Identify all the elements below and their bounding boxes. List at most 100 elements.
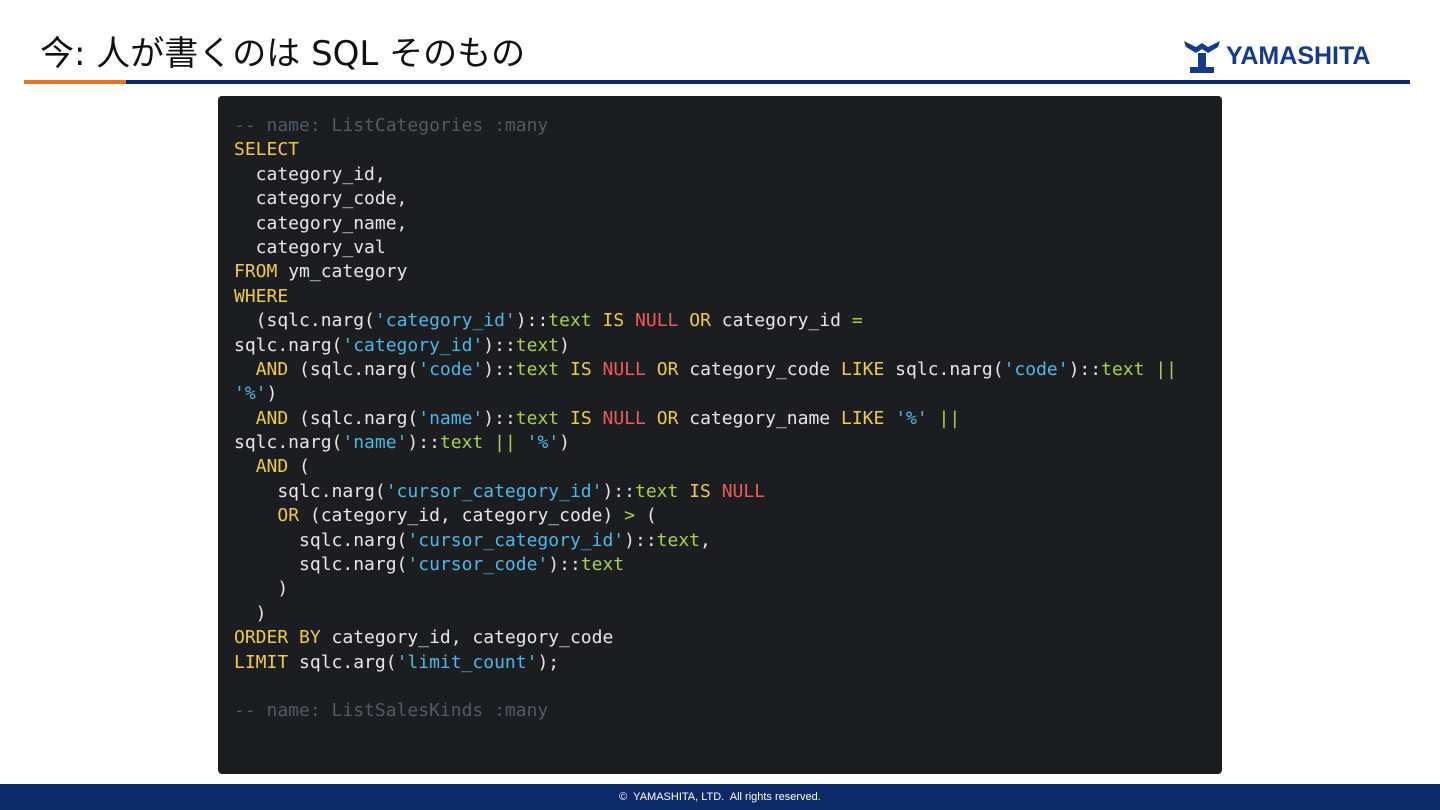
code-line: ORDER BY category_id, category_code <box>234 626 1206 650</box>
code-token-string: 'cursor_category_id' <box>385 480 603 502</box>
code-token-plain: ):: <box>483 358 516 380</box>
code-token-plain: ) <box>234 578 289 600</box>
code-token-plain: category_val <box>234 236 386 258</box>
code-token-plain: category_id <box>710 310 852 332</box>
code-token-keyword: ORDER BY <box>234 627 321 649</box>
code-line: SELECT <box>234 138 1206 162</box>
code-token-operator: || <box>938 407 961 429</box>
code-token-string: 'limit_count' <box>396 651 538 673</box>
code-token-plain: ); <box>537 651 560 673</box>
code-token-plain: sqlc.narg( <box>234 432 343 454</box>
code-token-keyword: LIMIT <box>234 651 289 673</box>
code-token-string: 'cursor_category_id' <box>407 529 625 551</box>
code-token-keyword: SELECT <box>234 139 300 161</box>
code-token-plain: category_name, <box>234 212 408 234</box>
code-token-plain: ):: <box>602 480 635 502</box>
code-token-string: '%' <box>895 407 928 429</box>
code-token-operator: || <box>494 432 516 454</box>
code-line: sqlc.narg('name')::text || '%') <box>234 431 1206 455</box>
code-token-operator: = <box>851 310 863 332</box>
code-line: AND ( <box>234 455 1206 479</box>
code-token-keyword: AND <box>255 407 289 429</box>
header-rule-accent <box>24 80 126 84</box>
code-token-keyword: FROM <box>234 261 278 283</box>
code-token-plain: ):: <box>483 334 516 356</box>
code-token-plain: category_code <box>678 358 841 380</box>
copyright-text: © YAMASHITA, LTD. All rights reserved. <box>619 791 821 803</box>
code-line: '%') <box>234 382 1206 406</box>
code-token-keyword: WHERE <box>234 285 289 307</box>
code-line: AND (sqlc.narg('name')::text IS NULL OR … <box>234 407 1206 431</box>
code-token-plain: ):: <box>515 310 549 332</box>
code-token-type: text <box>439 432 484 454</box>
code-token-keyword: LIKE <box>840 358 885 380</box>
header-rule <box>24 80 1410 84</box>
code-token-comment: -- name: ListCategories :many <box>234 115 549 136</box>
code-line: sqlc.narg('cursor_category_id')::text IS… <box>234 480 1206 504</box>
code-line: WHERE <box>234 285 1206 309</box>
code-block: -- name: ListCategories :many SELECT cate… <box>218 96 1222 774</box>
code-line: FROM ym_category <box>234 260 1206 284</box>
code-token-keyword: IS <box>602 310 625 332</box>
code-token-plain: ) <box>234 602 267 624</box>
code-line: LIMIT sqlc.arg('limit_count'); <box>234 651 1206 675</box>
code-token-type: text <box>634 480 679 502</box>
code-token-plain: sqlc.narg( <box>234 480 386 502</box>
code-token-string: 'category_id' <box>342 334 484 356</box>
logo-wordmark: YAMASHITA <box>1226 41 1371 70</box>
code-token-keyword: AND <box>255 456 289 478</box>
footer: © YAMASHITA, LTD. All rights reserved. <box>0 784 1440 810</box>
code-token-keyword: OR <box>277 505 300 527</box>
code-token-plain: ym_category <box>277 261 408 283</box>
code-token-plain: ):: <box>483 407 516 429</box>
code-token-plain: sqlc.narg( <box>234 554 408 576</box>
code-token-plain: ) <box>266 383 278 405</box>
slide-title: 今: 人が書くのは SQL そのもの <box>40 34 526 74</box>
code-token-string: 'name' <box>418 407 484 429</box>
code-token-plain: ( <box>288 456 310 478</box>
code-token-plain: (sqlc.narg( <box>288 358 419 380</box>
code-line: category_val <box>234 236 1206 260</box>
code-line: OR (category_id, category_code) > ( <box>234 504 1206 528</box>
code-line: category_id, <box>234 163 1206 187</box>
code-line: sqlc.narg('category_id')::text) <box>234 334 1206 358</box>
code-token-plain: category_id, <box>234 163 386 185</box>
code-token-type: text <box>580 554 625 576</box>
code-token-type: text <box>1101 358 1145 380</box>
code-token-null: NULL <box>635 310 679 332</box>
code-token-plain: (sqlc.narg( <box>234 310 375 332</box>
code-token-plain: ) <box>559 334 570 356</box>
yamashita-logo-icon <box>1184 41 1220 73</box>
code-token-plain: category_id, category_code <box>320 627 614 649</box>
code-line: ) <box>234 577 1206 601</box>
code-line: (sqlc.narg('category_id')::text IS NULL … <box>234 309 1206 333</box>
code-token-keyword: IS <box>689 480 711 502</box>
code-token-string: '%' <box>234 383 267 405</box>
code-token-keyword: IS <box>570 407 592 429</box>
code-token-keyword: OR <box>689 310 711 332</box>
code-token-string: '%' <box>526 432 560 454</box>
code-token-type: text <box>656 529 701 551</box>
code-token-string: 'code' <box>418 358 484 380</box>
code-token-plain: (sqlc.narg( <box>288 407 419 429</box>
code-line: sqlc.narg('cursor_category_id')::text, <box>234 529 1206 553</box>
code-token-type: text <box>515 334 560 356</box>
code-line: -- name: ListCategories :many <box>234 114 1206 138</box>
code-token-plain: category_code, <box>234 188 408 210</box>
code-token-keyword: IS <box>570 358 592 380</box>
code-token-null: NULL <box>602 358 646 380</box>
code-line: ) <box>234 602 1206 626</box>
